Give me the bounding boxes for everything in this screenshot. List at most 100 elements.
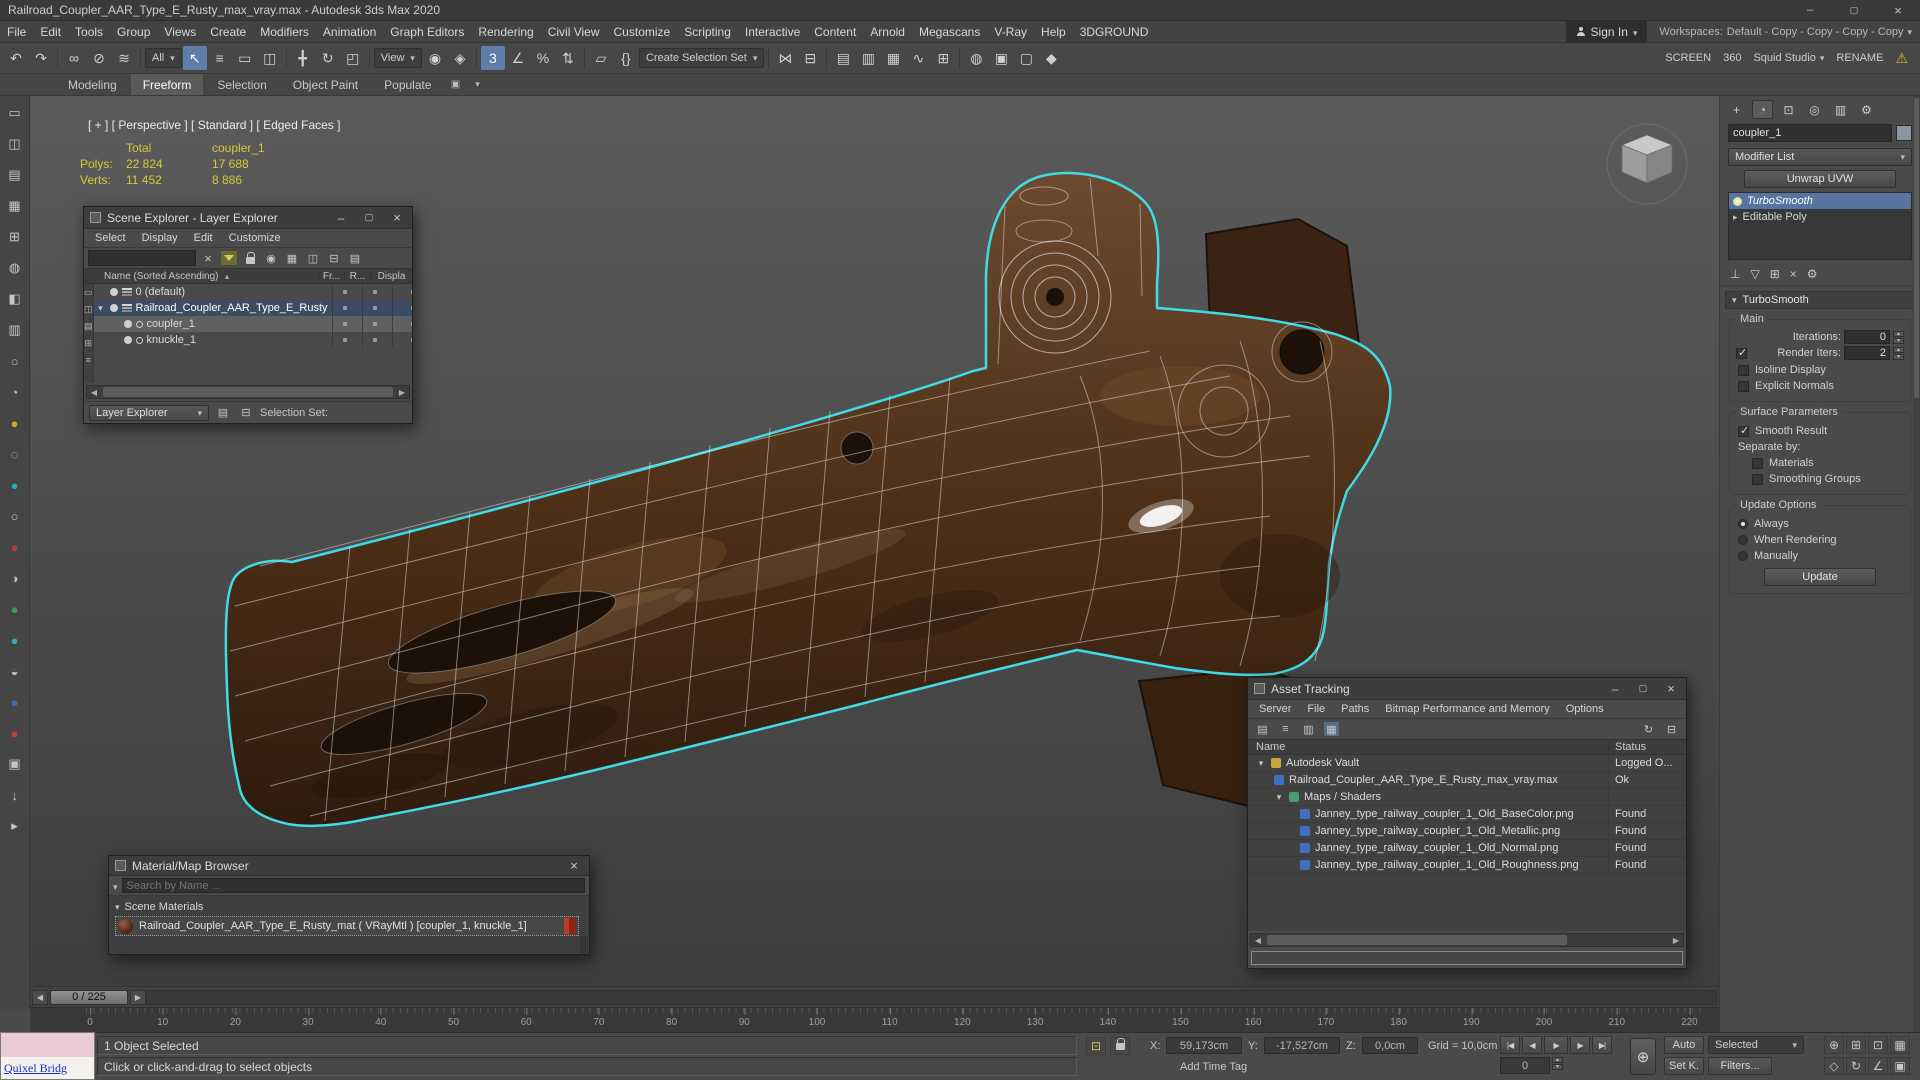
menu-civil-view[interactable]: Civil View xyxy=(541,25,607,39)
menu-vray[interactable]: V-Ray xyxy=(987,25,1034,39)
named-selection-sets-icon[interactable]: {} xyxy=(614,46,638,70)
zoom-extents-icon[interactable]: ⊡ xyxy=(1868,1036,1888,1054)
explorer-mode-dropdown[interactable]: Layer Explorer xyxy=(89,404,209,421)
schematic-view-icon[interactable]: ⊞ xyxy=(931,46,955,70)
zoom-icon[interactable]: ⊕ xyxy=(1824,1036,1844,1054)
toolbar-icon-20[interactable]: ● xyxy=(4,691,26,713)
edit-named-selection-sets-icon[interactable]: ▱ xyxy=(589,46,613,70)
materials-checkbox[interactable] xyxy=(1752,457,1763,469)
hierarchy-tab-icon[interactable]: ⊡ xyxy=(1778,100,1799,119)
select-by-name-icon[interactable]: ≡ xyxy=(208,46,232,70)
toolbar-icon-3[interactable]: ▤ xyxy=(4,164,26,186)
rail-icon-4[interactable]: ⊞ xyxy=(84,338,92,349)
set-keys-icon[interactable]: ⊕ xyxy=(1630,1038,1656,1075)
toolbar-icon-10[interactable]: ◔ xyxy=(4,381,26,403)
render-iters-field[interactable]: 2 xyxy=(1844,346,1890,360)
menu-animation[interactable]: Animation xyxy=(316,25,383,39)
viewcube[interactable] xyxy=(1601,114,1693,206)
tab-freeform[interactable]: Freeform xyxy=(130,74,204,95)
render-setup-icon[interactable]: ▣ xyxy=(989,46,1013,70)
zoom-extents-all-icon[interactable]: ▦ xyxy=(1890,1036,1910,1054)
pin-stack-icon[interactable]: ⊥ xyxy=(1730,267,1740,281)
time-slider-handle[interactable]: 0 / 225 xyxy=(50,989,128,1005)
menu-graph-editors[interactable]: Graph Editors xyxy=(383,25,471,39)
motion-tab-icon[interactable]: ◎ xyxy=(1804,100,1825,119)
manually-radio[interactable] xyxy=(1738,551,1748,561)
menu-group[interactable]: Group xyxy=(110,25,157,39)
menu-tools[interactable]: Tools xyxy=(68,25,110,39)
toolbar-icon-21[interactable]: ● xyxy=(4,722,26,744)
menu-views[interactable]: Views xyxy=(157,25,203,39)
name-column-header[interactable]: Name (Sorted Ascending) xyxy=(84,271,318,282)
menu-display[interactable]: Display xyxy=(135,231,185,245)
layer-row-railroad-coupler[interactable]: Railroad_Coupler_AAR_Type_E_Rusty xyxy=(93,300,412,316)
spinner-up-icon[interactable] xyxy=(1552,1057,1563,1063)
rail-icon-1[interactable]: ▭ xyxy=(84,287,93,298)
x-coordinate-field[interactable]: 59,173cm xyxy=(1166,1037,1242,1054)
rail-icon-3[interactable]: ▤ xyxy=(84,321,93,332)
bind-to-space-warp-icon[interactable]: ≋ xyxy=(112,46,136,70)
asset-row-maps-shaders[interactable]: Maps / Shaders xyxy=(1248,789,1686,806)
field-of-view-icon[interactable]: ∠ xyxy=(1868,1057,1888,1075)
unlink-selection-icon[interactable]: ⊘ xyxy=(87,46,111,70)
toolbar-icon-14[interactable]: ○ xyxy=(4,505,26,527)
utilities-tab-icon[interactable]: ⚙ xyxy=(1856,100,1877,119)
toolbar-icon-6[interactable]: ◍ xyxy=(4,257,26,279)
list-view-icon[interactable]: ▥ xyxy=(1300,721,1317,737)
toggle-ribbon-icon[interactable]: ▦ xyxy=(881,46,905,70)
quixel-bridge-window[interactable]: Quixel Bridg xyxy=(0,1032,95,1080)
frozen-column-header[interactable]: Fr... xyxy=(318,270,344,282)
command-panel-scrollbar[interactable] xyxy=(1913,96,1920,1032)
material-editor-icon[interactable]: ◍ xyxy=(964,46,988,70)
smooth-result-checkbox[interactable] xyxy=(1738,424,1749,437)
explicit-normals-checkbox[interactable] xyxy=(1738,380,1749,392)
ribbon-minimize-icon[interactable] xyxy=(468,74,488,95)
status-column-header[interactable]: Status xyxy=(1608,741,1676,753)
tab-populate[interactable]: Populate xyxy=(372,74,443,95)
filter-icon[interactable] xyxy=(220,250,238,266)
pan-icon[interactable]: ◇ xyxy=(1824,1057,1844,1075)
spinner-down-icon[interactable] xyxy=(1893,337,1904,344)
menu-file[interactable]: File xyxy=(1300,702,1332,716)
previous-frame-button[interactable]: ◀ xyxy=(1522,1036,1542,1054)
auto-key-button[interactable]: Auto xyxy=(1664,1036,1704,1054)
rendered-frame-window-icon[interactable]: ▢ xyxy=(1014,46,1038,70)
select-and-scale-icon[interactable]: ◰ xyxy=(341,46,365,70)
menu-edit[interactable]: Edit xyxy=(33,25,68,39)
unwrap-uvw-button[interactable]: Unwrap UVW xyxy=(1744,170,1896,188)
create-tab-icon[interactable]: + xyxy=(1726,100,1747,119)
quixel-window-title[interactable]: Quixel Bridg xyxy=(4,1061,67,1076)
clear-search-icon[interactable] xyxy=(199,250,217,266)
vertical-scrollbar[interactable] xyxy=(580,936,588,953)
details-view-icon[interactable]: ≡ xyxy=(1277,721,1294,737)
toolbar-icon-2[interactable]: ◫ xyxy=(4,133,26,155)
smoothing-groups-checkbox[interactable] xyxy=(1752,473,1763,485)
lock-icon[interactable] xyxy=(241,250,259,266)
selection-lock-icon[interactable] xyxy=(1110,1037,1130,1055)
explorer-pick-icon[interactable]: ⊟ xyxy=(237,405,255,421)
menu-create[interactable]: Create xyxy=(203,25,253,39)
isoline-display-checkbox[interactable] xyxy=(1738,364,1749,376)
visibility-eye-icon[interactable] xyxy=(109,304,118,312)
visibility-eye-icon[interactable] xyxy=(123,320,132,328)
orbit-icon[interactable]: ↻ xyxy=(1846,1057,1866,1075)
time-slider[interactable]: ◀ 0 / 225 ▶ xyxy=(30,986,1719,1007)
close-button[interactable] xyxy=(1876,0,1920,20)
expander-icon[interactable] xyxy=(1274,791,1284,803)
menu-content[interactable]: Content xyxy=(807,25,863,39)
display-geometry-icon[interactable]: ▦ xyxy=(283,250,301,266)
mirror-icon[interactable]: ⋈ xyxy=(773,46,797,70)
asset-row-roughness[interactable]: Janney_type_railway_coupler_1_Old_Roughn… xyxy=(1248,857,1686,874)
play-button[interactable]: ▶ xyxy=(1544,1036,1568,1054)
menu-bitmap-performance[interactable]: Bitmap Performance and Memory xyxy=(1378,702,1556,716)
toolbar-icon-7[interactable]: ◧ xyxy=(4,288,26,310)
warning-icon[interactable] xyxy=(1895,50,1908,67)
rename-button[interactable]: RENAME xyxy=(1836,52,1883,64)
close-button[interactable] xyxy=(386,210,408,226)
percent-snap-icon[interactable]: % xyxy=(531,46,555,70)
sign-in-button[interactable]: Sign In xyxy=(1565,20,1648,43)
viewport-label[interactable]: [ + ] [ Perspective ] [ Standard ] [ Edg… xyxy=(88,118,340,132)
layer-row-default[interactable]: 0 (default) xyxy=(94,284,412,300)
render-column-header[interactable]: R... xyxy=(344,270,370,282)
previous-frame-arrow-icon[interactable]: ◀ xyxy=(32,989,48,1005)
